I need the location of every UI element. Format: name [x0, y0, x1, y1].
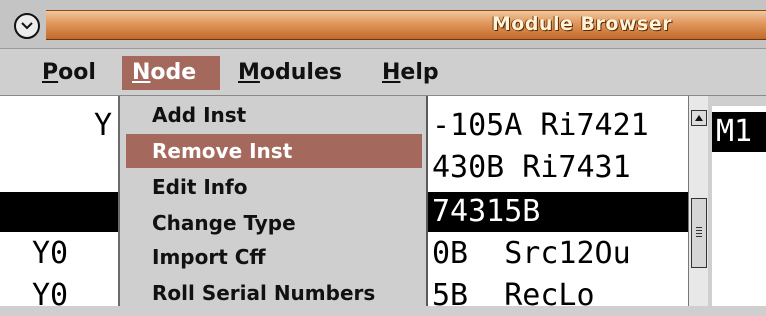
menu-node[interactable]: Node [122, 56, 220, 90]
menu-modules[interactable]: Modules [228, 56, 352, 90]
scroll-thumb[interactable] [691, 198, 707, 268]
grip-icon [696, 227, 702, 239]
right-pane-selected-item[interactable]: M1 [712, 112, 766, 152]
menu-pool-mnemonic: P [42, 60, 59, 85]
menu-help-mnemonic: H [382, 60, 401, 85]
chevron-down-icon [21, 22, 33, 30]
menu-item-remove-inst[interactable]: Remove Inst [126, 134, 422, 168]
list-item-left: Y [94, 108, 113, 143]
list-item-right: 0B Src12Ou [432, 236, 631, 271]
list-item-right: 5B RecLo [432, 278, 595, 313]
triangle-up-icon [695, 115, 703, 121]
scroll-up-button[interactable] [691, 110, 707, 126]
menu-item-change-type[interactable]: Change Type [126, 206, 422, 240]
menu-node-label: ode [150, 60, 197, 85]
list-item-left: Y0 [32, 236, 69, 271]
list-scrollbar[interactable] [688, 96, 708, 306]
menu-item-add-inst[interactable]: Add Inst [126, 98, 422, 132]
title-bar[interactable]: Module Browser [0, 0, 766, 49]
list-item-right: 74315B [432, 194, 541, 229]
menu-modules-label: odules [259, 60, 342, 85]
menu-help[interactable]: Help [372, 56, 449, 90]
menu-help-label: elp [400, 60, 439, 85]
list-item-right: -105A Ri7421 [432, 108, 649, 143]
list-item-left: Y0 [32, 278, 69, 313]
menu-pool[interactable]: Pool [32, 56, 106, 90]
list-item-right: 430B Ri7431 [432, 150, 631, 185]
menu-item-roll-serial-numbers[interactable]: Roll Serial Numbers [126, 276, 422, 310]
menu-modules-mnemonic: M [238, 60, 260, 85]
right-pane[interactable]: M1 [712, 106, 766, 306]
menu-item-import-cff[interactable]: Import Cff [126, 240, 422, 274]
menu-node-mnemonic: N [132, 60, 151, 85]
window-title: Module Browser [491, 13, 672, 35]
menu-bar: Pool Node Modules Help [0, 49, 766, 96]
node-dropdown-menu: Add Inst Remove Inst Edit Info Change Ty… [118, 96, 428, 306]
menu-item-edit-info[interactable]: Edit Info [126, 170, 422, 204]
window-collapse-button[interactable] [14, 13, 40, 39]
menu-pool-label: ool [58, 60, 96, 85]
